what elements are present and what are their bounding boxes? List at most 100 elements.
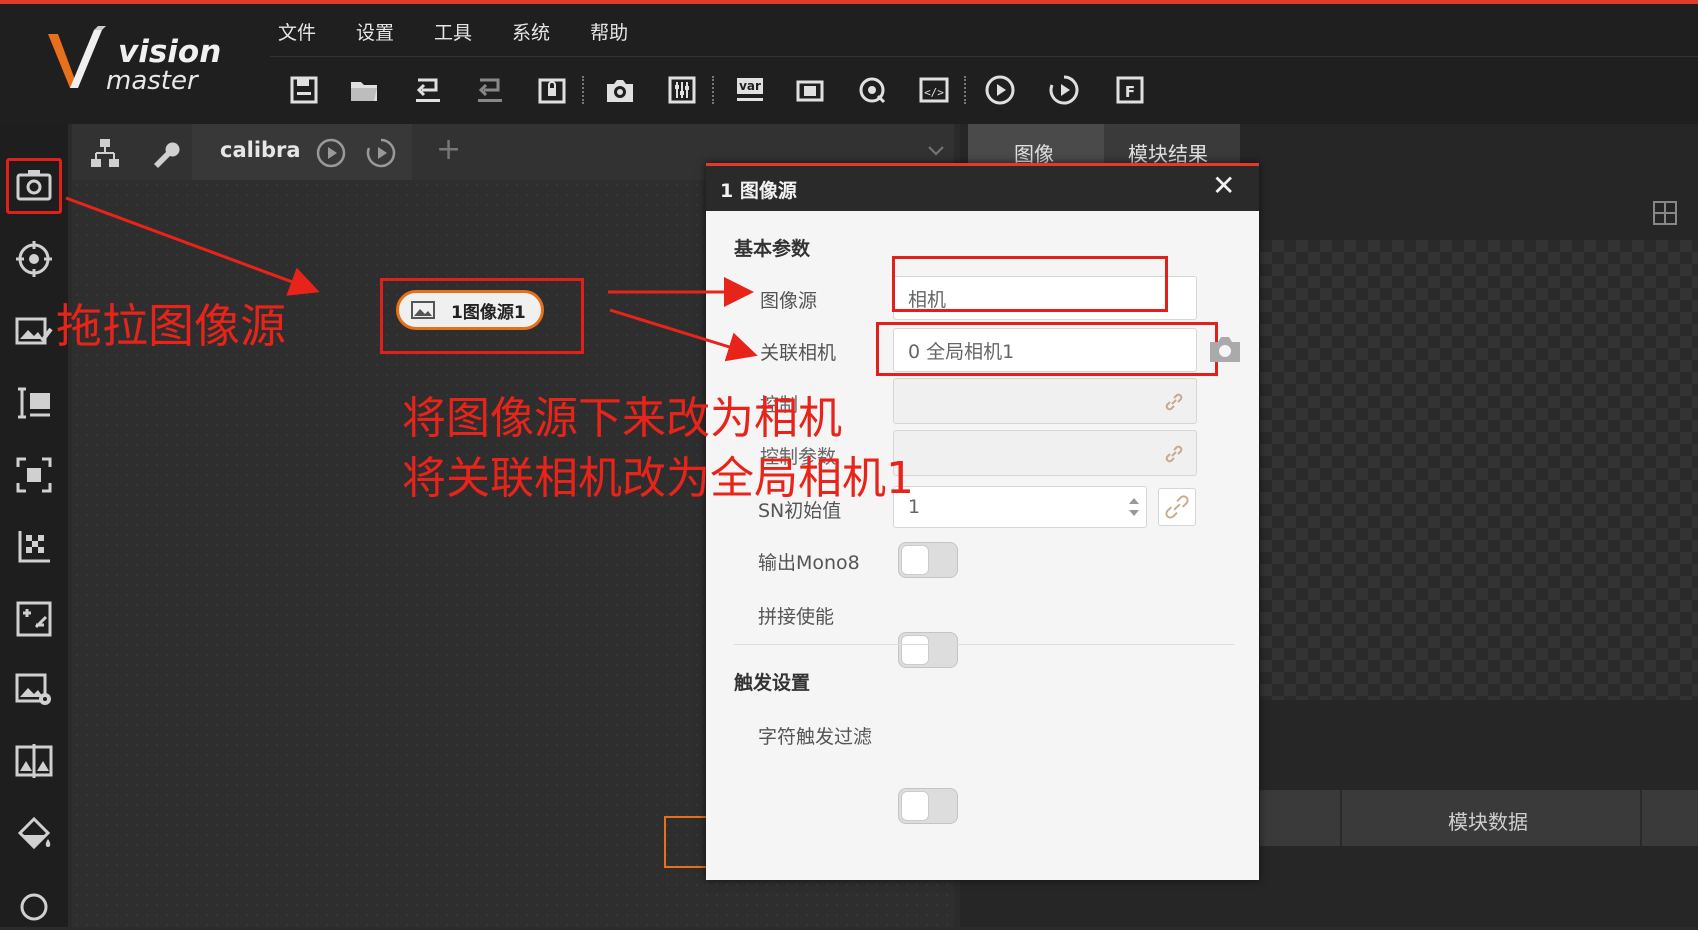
image-gear-icon [15,673,51,705]
paint-bucket-icon [17,816,51,850]
toolbar-separator [964,76,968,104]
tool-measure[interactable] [9,306,59,356]
stitch-enable-toggle[interactable] [898,632,958,668]
toolbar-separator [712,76,716,104]
grid-calibration-icon [18,531,50,563]
operation-interface-button[interactable]: F [1108,68,1152,112]
stitch-enable-label: 拼接使能 [758,606,835,628]
spinner-arrows-icon[interactable] [1126,492,1142,522]
tool-logic[interactable] [9,880,59,930]
tool-image-processing[interactable] [9,664,59,714]
menu-divider [270,56,1698,57]
flow-run-loop-button[interactable] [364,136,398,170]
svg-text:var: var [739,79,761,93]
play-icon [985,75,1015,105]
global-trigger-button[interactable] [850,68,894,112]
chevron-down-icon[interactable] [926,140,946,160]
bar-divider [1340,790,1342,846]
sliders-icon [668,76,696,104]
run-once-button[interactable] [978,68,1022,112]
svg-text:F: F [1125,83,1135,101]
flow-tree-button[interactable] [88,136,122,170]
run-loop-button[interactable] [1042,68,1086,112]
tool-operation[interactable] [9,594,59,644]
target-refresh-icon [859,77,886,104]
script-button[interactable]: </> [912,68,956,112]
menu-settings[interactable]: 设置 [356,18,394,45]
hidden-field-1-input[interactable] [893,378,1197,424]
communication-button[interactable] [788,68,832,112]
tool-panel [0,124,68,927]
crosshair-icon [16,241,52,277]
wrench-icon [154,142,180,168]
toggle-knob [901,791,929,821]
image-icon [411,301,435,319]
image-view[interactable] [1260,240,1698,700]
folder-icon [351,82,377,101]
camera-settings-button[interactable] [1208,334,1242,364]
image-source-node[interactable]: 1图像源1 [396,290,544,330]
image-source-highlight [892,256,1168,312]
device-icon [796,80,824,102]
sn-link-button[interactable] [1158,488,1196,526]
tab-module-result[interactable]: 模块结果 [1104,124,1240,168]
save-as-icon [416,78,440,102]
grid-icon [1653,201,1677,225]
tool-calibration[interactable] [9,522,59,572]
undo-icon [478,78,502,102]
link-icon[interactable] [1162,390,1186,414]
sn-initial-input[interactable]: 1 [893,486,1147,528]
output-mono8-toggle[interactable] [898,542,958,578]
tool-color-processing[interactable] [9,736,59,786]
section-basic-params: 基本参数 [734,238,811,260]
close-icon[interactable]: ✕ [1212,172,1235,200]
char-trigger-filter-label: 字符触发过滤 [758,726,873,748]
logo-master-text: master [106,66,198,96]
image-source-label: 图像源 [760,290,818,312]
tool-recognition[interactable] [9,378,59,428]
tool-defect-detection[interactable] [9,808,59,858]
menu-system[interactable]: 系统 [512,18,550,45]
variable-button[interactable]: var [728,68,772,112]
annotation-set-source-camera: 将图像源下来改为相机 [402,393,842,444]
menu-file[interactable]: 文件 [278,18,316,45]
undo-button[interactable] [468,68,512,112]
node-label: 1图像源1 [451,302,526,323]
svg-text:</>: </> [924,86,944,99]
add-flow-button[interactable]: + [436,132,461,167]
calc-icon [16,601,52,637]
tool-positioning[interactable] [9,234,59,284]
open-button[interactable] [342,68,386,112]
image-source-tool-highlight [6,158,62,214]
camera-button[interactable] [598,68,642,112]
tab-image[interactable]: 图像 [968,124,1104,168]
flow-run-once-button[interactable] [314,136,348,170]
save-as-button[interactable] [406,68,450,112]
controller-button[interactable] [660,68,704,112]
char-trigger-filter-toggle[interactable] [898,788,958,824]
linked-camera-highlight [876,322,1218,376]
toggle-knob [901,635,929,665]
section-divider [734,644,1234,645]
more-tools-icon [20,893,48,921]
menu-help[interactable]: 帮助 [590,18,628,45]
logo-v-icon [48,26,106,88]
tool-deep-learning[interactable] [9,450,59,500]
module-data-tab[interactable]: 模块数据 [1448,806,1528,835]
lock-button[interactable] [530,68,574,112]
hierarchy-icon [91,139,119,167]
focus-square-icon [16,457,52,493]
logo-vision-text: vision [118,34,222,70]
loop-play-icon [1049,75,1079,105]
camera-icon [607,80,633,102]
hidden-field-2-input[interactable] [893,430,1197,476]
layout-grid-button[interactable] [1652,200,1678,226]
menu-tools[interactable]: 工具 [434,18,472,45]
camera-icon [1210,337,1240,362]
bar-divider [1640,790,1642,846]
settings-wrench-button[interactable] [148,136,182,170]
save-icon [290,76,318,104]
annotation-drag-image-source: 拖拉图像源 [56,299,286,353]
save-button[interactable] [282,68,326,112]
link-icon[interactable] [1162,442,1186,466]
